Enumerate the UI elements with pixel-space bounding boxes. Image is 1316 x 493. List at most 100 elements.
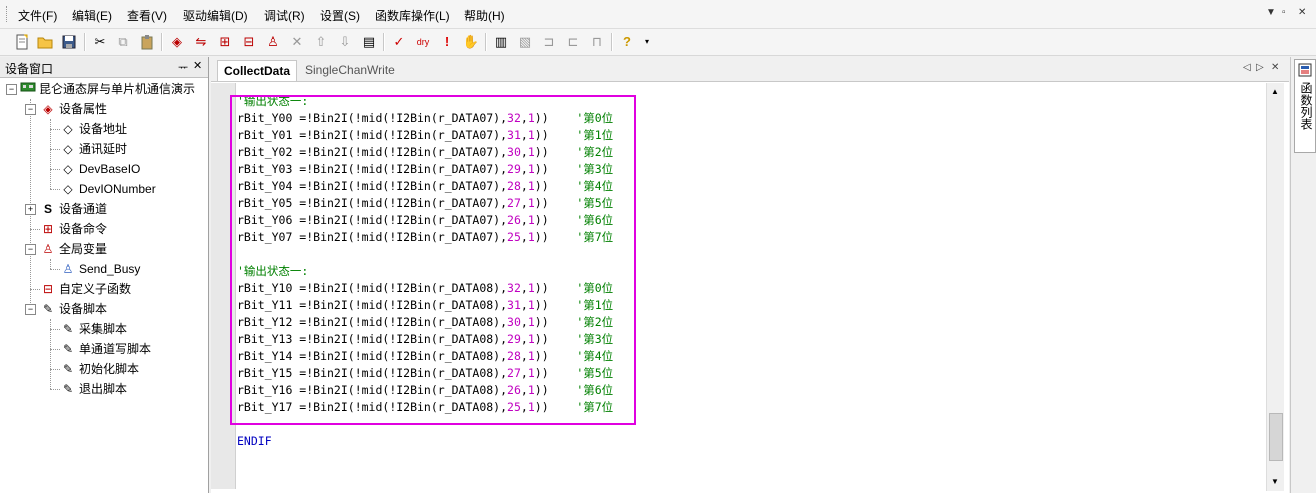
- scroll-down-icon[interactable]: ▼: [1271, 477, 1279, 486]
- code-token: )): [534, 179, 549, 193]
- collapse-toggle[interactable]: −: [25, 104, 36, 115]
- copy-icon[interactable]: ⧉: [113, 32, 133, 52]
- tree-item-scripts[interactable]: ✎ 设备脚本: [40, 299, 107, 319]
- tree-item-channels[interactable]: S 设备通道: [40, 199, 107, 219]
- tree-item-init-script[interactable]: ✎ 初始化脚本: [60, 359, 139, 379]
- hand-icon[interactable]: ✋: [461, 32, 481, 52]
- scrollbar-thumb[interactable]: [1269, 413, 1283, 461]
- tree-item-commands[interactable]: ⊞ 设备命令: [40, 219, 107, 239]
- tree-item-properties[interactable]: ◈ 设备属性: [40, 99, 107, 119]
- menu-help[interactable]: 帮助(H): [464, 7, 505, 24]
- code-number: 28: [507, 349, 521, 363]
- pin-icon[interactable]: ᅲ: [178, 59, 188, 75]
- code-number: 1: [527, 230, 535, 244]
- help-icon[interactable]: ?: [617, 32, 637, 52]
- code-line: rBit_Y04 =!Bin2I(!mid(!I2Bin(r_DATA07),2…: [237, 178, 613, 195]
- function-list-label: 函数列表: [1299, 82, 1313, 130]
- move-down-icon[interactable]: ⇩: [335, 32, 355, 52]
- menu-library[interactable]: 函数库操作(L): [375, 7, 450, 24]
- tab-close-icon[interactable]: ✕: [1271, 62, 1279, 73]
- tree-item-subfunctions[interactable]: ⊟ 自定义子函数: [40, 279, 131, 299]
- tree-item-single-write-script[interactable]: ✎ 单通道写脚本: [60, 339, 151, 359]
- toolbar: ✂ ⧉ ◈ ⇋ ⊞ ⊟ ♙ ✕ ⇧ ⇩ ▤ ✓ dry ! ✋ ▥ ▧ ⊐ ⊏ …: [0, 29, 1316, 56]
- tree-item-device-address[interactable]: ◇ 设备地址: [60, 119, 127, 139]
- code-number: 1: [527, 111, 535, 125]
- code-number: 28: [507, 179, 521, 193]
- code-line: rBit_Y17 =!Bin2I(!mid(!I2Bin(r_DATA08),2…: [237, 399, 613, 416]
- expand-toggle[interactable]: +: [25, 204, 36, 215]
- dev-e-icon[interactable]: ⊓: [587, 32, 607, 52]
- save-icon[interactable]: [59, 32, 79, 52]
- tree-item-label: DevBaseIO: [79, 162, 141, 176]
- code-comment: '第6位: [576, 383, 614, 397]
- code-text[interactable]: '输出状态一: rBit_Y00 =!Bin2I(!mid(!I2Bin(r_D…: [237, 93, 613, 450]
- tree-item-root[interactable]: 昆仑通态屏与单片机通信演示: [20, 79, 195, 99]
- tab-scroll-right-icon[interactable]: ▷: [1256, 62, 1264, 73]
- channel-icon[interactable]: ⇋: [191, 32, 211, 52]
- tab-collectdata[interactable]: CollectData: [217, 60, 298, 81]
- dev-d-icon[interactable]: ⊏: [563, 32, 583, 52]
- delete-icon[interactable]: ✕: [287, 32, 307, 52]
- tree-item-deviosumber[interactable]: ◇ DevIONumber: [60, 179, 155, 199]
- menu-file[interactable]: 文件(F): [18, 7, 57, 24]
- tree-item-globals[interactable]: ♙ 全局变量: [40, 239, 107, 259]
- toolbar-separator: [383, 33, 385, 51]
- dev-b-icon[interactable]: ▧: [515, 32, 535, 52]
- device-board-icon: [20, 81, 36, 97]
- command-icon[interactable]: ⊞: [215, 32, 235, 52]
- code-number: 1: [527, 162, 535, 176]
- right-side-dock: 函数列表: [1290, 57, 1316, 493]
- check-icon[interactable]: ✓: [389, 32, 409, 52]
- tab-scroll-left-icon[interactable]: ◁: [1243, 62, 1251, 73]
- menu-debug[interactable]: 调试(R): [264, 7, 305, 24]
- menu-driver-edit[interactable]: 驱动编辑(D): [183, 7, 248, 24]
- paste-icon[interactable]: [137, 32, 157, 52]
- function-list-tab[interactable]: 函数列表: [1294, 59, 1316, 153]
- dev-a-icon[interactable]: ▥: [491, 32, 511, 52]
- code-comment: '第5位: [576, 366, 614, 380]
- close-icon[interactable]: ✕: [1298, 7, 1306, 18]
- code-comment: '第6位: [576, 213, 614, 227]
- minimize-icon[interactable]: ▼: [1266, 7, 1276, 18]
- open-folder-icon[interactable]: [35, 32, 55, 52]
- tree-line: [50, 149, 60, 150]
- dropdown-icon[interactable]: ▾: [637, 32, 657, 52]
- dev-c-icon[interactable]: ⊐: [539, 32, 559, 52]
- scroll-up-icon[interactable]: ▲: [1271, 87, 1279, 96]
- attribute-icon: ◇: [63, 142, 73, 156]
- tab-singlechanwrite[interactable]: SingleChanWrite: [299, 60, 401, 80]
- vertical-scrollbar[interactable]: ▲ ▼: [1266, 83, 1284, 491]
- tree-item-devbaseio[interactable]: ◇ DevBaseIO: [60, 159, 140, 179]
- code-token: ,: [520, 196, 528, 210]
- panel-close-icon[interactable]: ✕: [193, 59, 202, 72]
- tree-item-exit-script[interactable]: ✎ 退出脚本: [60, 379, 127, 399]
- code-number: 26: [507, 213, 521, 227]
- variable-icon: ♙: [42, 242, 54, 256]
- tree-item-send-busy[interactable]: ♙ Send_Busy: [60, 259, 141, 279]
- tree-item-label: 设备属性: [59, 102, 108, 116]
- menu-settings[interactable]: 设置(S): [320, 7, 360, 24]
- code-comment: '第2位: [576, 145, 614, 159]
- exclamation-icon[interactable]: !: [437, 32, 457, 52]
- dry-run-icon[interactable]: dry: [413, 32, 433, 52]
- restore-icon[interactable]: ▫: [1282, 7, 1286, 18]
- command-icon: ⊞: [42, 222, 54, 236]
- code-comment: '第5位: [576, 196, 614, 210]
- collapse-toggle[interactable]: −: [6, 84, 17, 95]
- collapse-toggle[interactable]: −: [25, 304, 36, 315]
- menu-edit[interactable]: 编辑(E): [72, 7, 112, 24]
- subfunc-icon[interactable]: ⊟: [239, 32, 259, 52]
- collapse-toggle[interactable]: −: [25, 244, 36, 255]
- move-up-icon[interactable]: ⇧: [311, 32, 331, 52]
- tree-item-collect-script[interactable]: ✎ 采集脚本: [60, 319, 127, 339]
- properties-icon[interactable]: ▤: [359, 32, 379, 52]
- variable-icon[interactable]: ♙: [263, 32, 283, 52]
- cut-icon[interactable]: ✂: [90, 32, 110, 52]
- menu-view[interactable]: 查看(V): [127, 7, 167, 24]
- driver-icon[interactable]: ◈: [167, 32, 187, 52]
- tree-item-comm-delay[interactable]: ◇ 通讯延时: [60, 139, 127, 159]
- code-token: ,: [520, 315, 528, 329]
- tree-line: [30, 289, 40, 290]
- new-file-icon[interactable]: [12, 32, 32, 52]
